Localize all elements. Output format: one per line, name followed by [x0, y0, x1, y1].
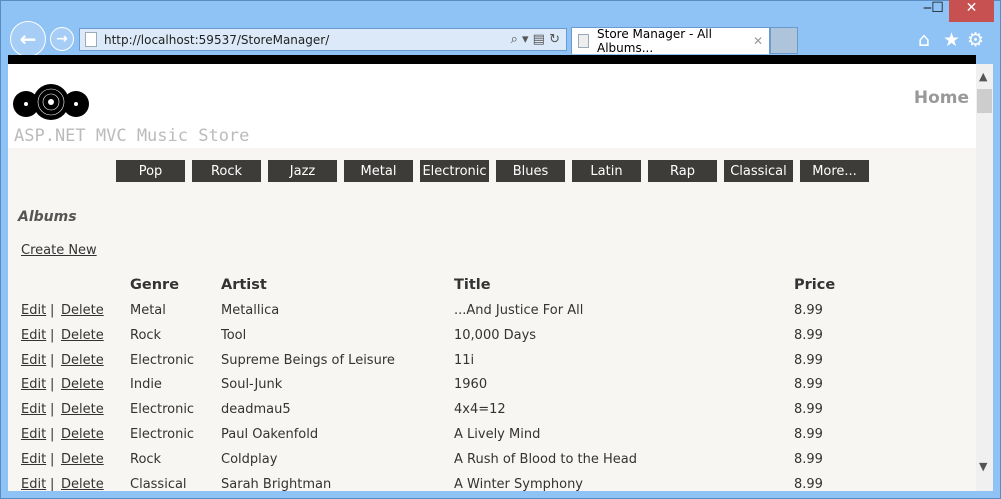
edit-link[interactable]: Edit — [21, 328, 46, 343]
cell-genre: Electronic — [130, 427, 195, 442]
edit-link[interactable]: Edit — [21, 452, 46, 467]
genre-rap[interactable]: Rap — [648, 160, 717, 182]
delete-link[interactable]: Delete — [61, 377, 104, 392]
cell-title: ...And Justice For All — [454, 303, 584, 318]
cell-price: 8.99 — [794, 352, 823, 368]
delete-link[interactable]: Delete — [61, 452, 104, 467]
scrollbar[interactable]: ▲ ▼ — [976, 64, 993, 491]
cell-title: A Lively Mind — [454, 427, 541, 442]
cell-price: 8.99 — [794, 327, 823, 343]
cell-genre: Electronic — [130, 402, 195, 418]
search-icon[interactable]: ⌕ ▾ ▤ ↻ — [511, 32, 560, 47]
cell-artist: Coldplay — [221, 451, 278, 467]
genre-classical[interactable]: Classical — [724, 160, 793, 182]
page-icon — [85, 32, 97, 47]
edit-link[interactable]: Edit — [21, 402, 46, 417]
home-link[interactable]: Home — [914, 88, 969, 108]
genre-rock[interactable]: Rock — [192, 160, 261, 182]
cell-genre: Rock — [130, 327, 162, 343]
favorites-icon[interactable]: ★ — [943, 29, 960, 51]
cell-title: 1960 — [454, 377, 488, 393]
separator: | — [50, 402, 55, 418]
scroll-down-icon[interactable]: ▼ — [979, 460, 987, 473]
records-logo-icon — [13, 84, 89, 120]
page-heading: Albums — [18, 209, 77, 225]
genre-more[interactable]: More... — [800, 160, 869, 182]
forward-icon[interactable]: → — [50, 27, 74, 51]
genre-jazz[interactable]: Jazz — [268, 160, 337, 182]
maximize-button[interactable]: ☐ — [925, 0, 950, 22]
cell-price: 8.99 — [794, 427, 823, 442]
url-text: http://localhost:59537/StoreManager/ — [104, 32, 330, 47]
cell-genre: Electronic — [130, 352, 195, 368]
home-icon[interactable]: ⌂ — [918, 29, 930, 51]
separator: | — [50, 427, 55, 442]
cell-price: 8.99 — [794, 451, 823, 467]
cell-artist: Paul Oakenfold — [221, 427, 319, 442]
cell-genre: Indie — [130, 377, 162, 393]
edit-link[interactable]: Edit — [21, 303, 46, 318]
cell-price: 8.99 — [794, 377, 823, 393]
separator: | — [50, 352, 55, 368]
cell-price: 8.99 — [794, 402, 823, 418]
genre-menu: Pop Rock Jazz Metal Electronic Blues Lat… — [116, 160, 869, 182]
cell-genre: Metal — [130, 303, 166, 318]
column-price: Price — [794, 277, 836, 293]
tab-title: Store Manager - All Albums... — [597, 27, 712, 55]
edit-link[interactable]: Edit — [21, 353, 46, 368]
cell-artist: Soul-Junk — [221, 377, 283, 393]
site-title: ASP.NET MVC Music Store — [14, 126, 250, 146]
site-header: ASP.NET MVC Music Store Home — [8, 64, 976, 148]
separator: | — [50, 451, 55, 467]
cell-genre: Classical — [130, 476, 187, 491]
column-genre: Genre — [130, 277, 180, 293]
cell-title: 11i — [454, 352, 475, 368]
column-artist: Artist — [221, 277, 267, 293]
genre-pop[interactable]: Pop — [116, 160, 185, 182]
cell-artist: Sarah Brightman — [221, 476, 332, 491]
genre-blues[interactable]: Blues — [496, 160, 565, 182]
delete-link[interactable]: Delete — [61, 353, 104, 368]
delete-link[interactable]: Delete — [61, 328, 104, 343]
scroll-up-icon[interactable]: ▲ — [979, 70, 987, 83]
edit-link[interactable]: Edit — [21, 377, 46, 392]
tab-store-manager[interactable]: Store Manager - All Albums... ✕ — [571, 27, 770, 55]
delete-link[interactable]: Delete — [61, 477, 104, 491]
cell-title: A Winter Symphony — [454, 476, 584, 491]
cell-artist: deadmau5 — [221, 402, 291, 418]
scrollbar-thumb[interactable] — [977, 89, 992, 113]
separator: | — [50, 476, 55, 491]
cell-title: 10,000 Days — [454, 327, 537, 343]
top-bar — [8, 55, 976, 64]
cell-title: A Rush of Blood to the Head — [454, 451, 637, 467]
cell-artist: Supreme Beings of Leisure — [221, 352, 395, 368]
page-content: ASP.NET MVC Music Store Home Pop Rock Ja… — [8, 55, 976, 491]
cell-artist: Tool — [221, 327, 247, 343]
separator: | — [50, 327, 55, 343]
close-button[interactable]: ✕ — [949, 0, 994, 22]
delete-link[interactable]: Delete — [61, 303, 104, 318]
cell-artist: Metallica — [221, 303, 280, 318]
delete-link[interactable]: Delete — [61, 427, 104, 442]
cell-price: 8.99 — [794, 476, 823, 491]
edit-link[interactable]: Edit — [21, 477, 46, 491]
back-icon[interactable]: ← — [10, 21, 46, 57]
cell-genre: Rock — [130, 451, 162, 467]
close-tab-icon[interactable]: ✕ — [753, 34, 763, 48]
edit-link[interactable]: Edit — [21, 427, 46, 442]
separator: | — [50, 377, 55, 393]
new-tab-button[interactable] — [770, 27, 798, 54]
genre-electronic[interactable]: Electronic — [420, 160, 489, 182]
create-new-link[interactable]: Create New — [21, 243, 97, 258]
genre-metal[interactable]: Metal — [344, 160, 413, 182]
separator: | — [50, 303, 55, 318]
cell-price: 8.99 — [794, 303, 823, 318]
genre-latin[interactable]: Latin — [572, 160, 641, 182]
column-title: Title — [454, 277, 491, 293]
cell-title: 4x4=12 — [454, 402, 506, 418]
tab-page-icon — [578, 34, 589, 48]
settings-icon[interactable]: ⚙ — [967, 29, 984, 51]
delete-link[interactable]: Delete — [61, 402, 104, 417]
address-bar[interactable]: http://localhost:59537/StoreManager/ ⌕ ▾ … — [79, 28, 567, 51]
